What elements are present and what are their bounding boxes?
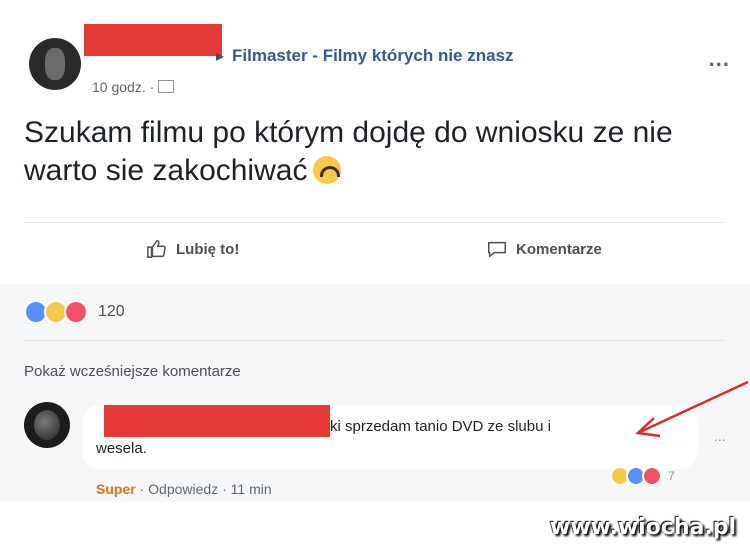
watermark: www.wiocha.pl	[549, 515, 736, 540]
red-arrow-line	[639, 380, 749, 434]
red-arrow-annotation	[635, 380, 749, 438]
